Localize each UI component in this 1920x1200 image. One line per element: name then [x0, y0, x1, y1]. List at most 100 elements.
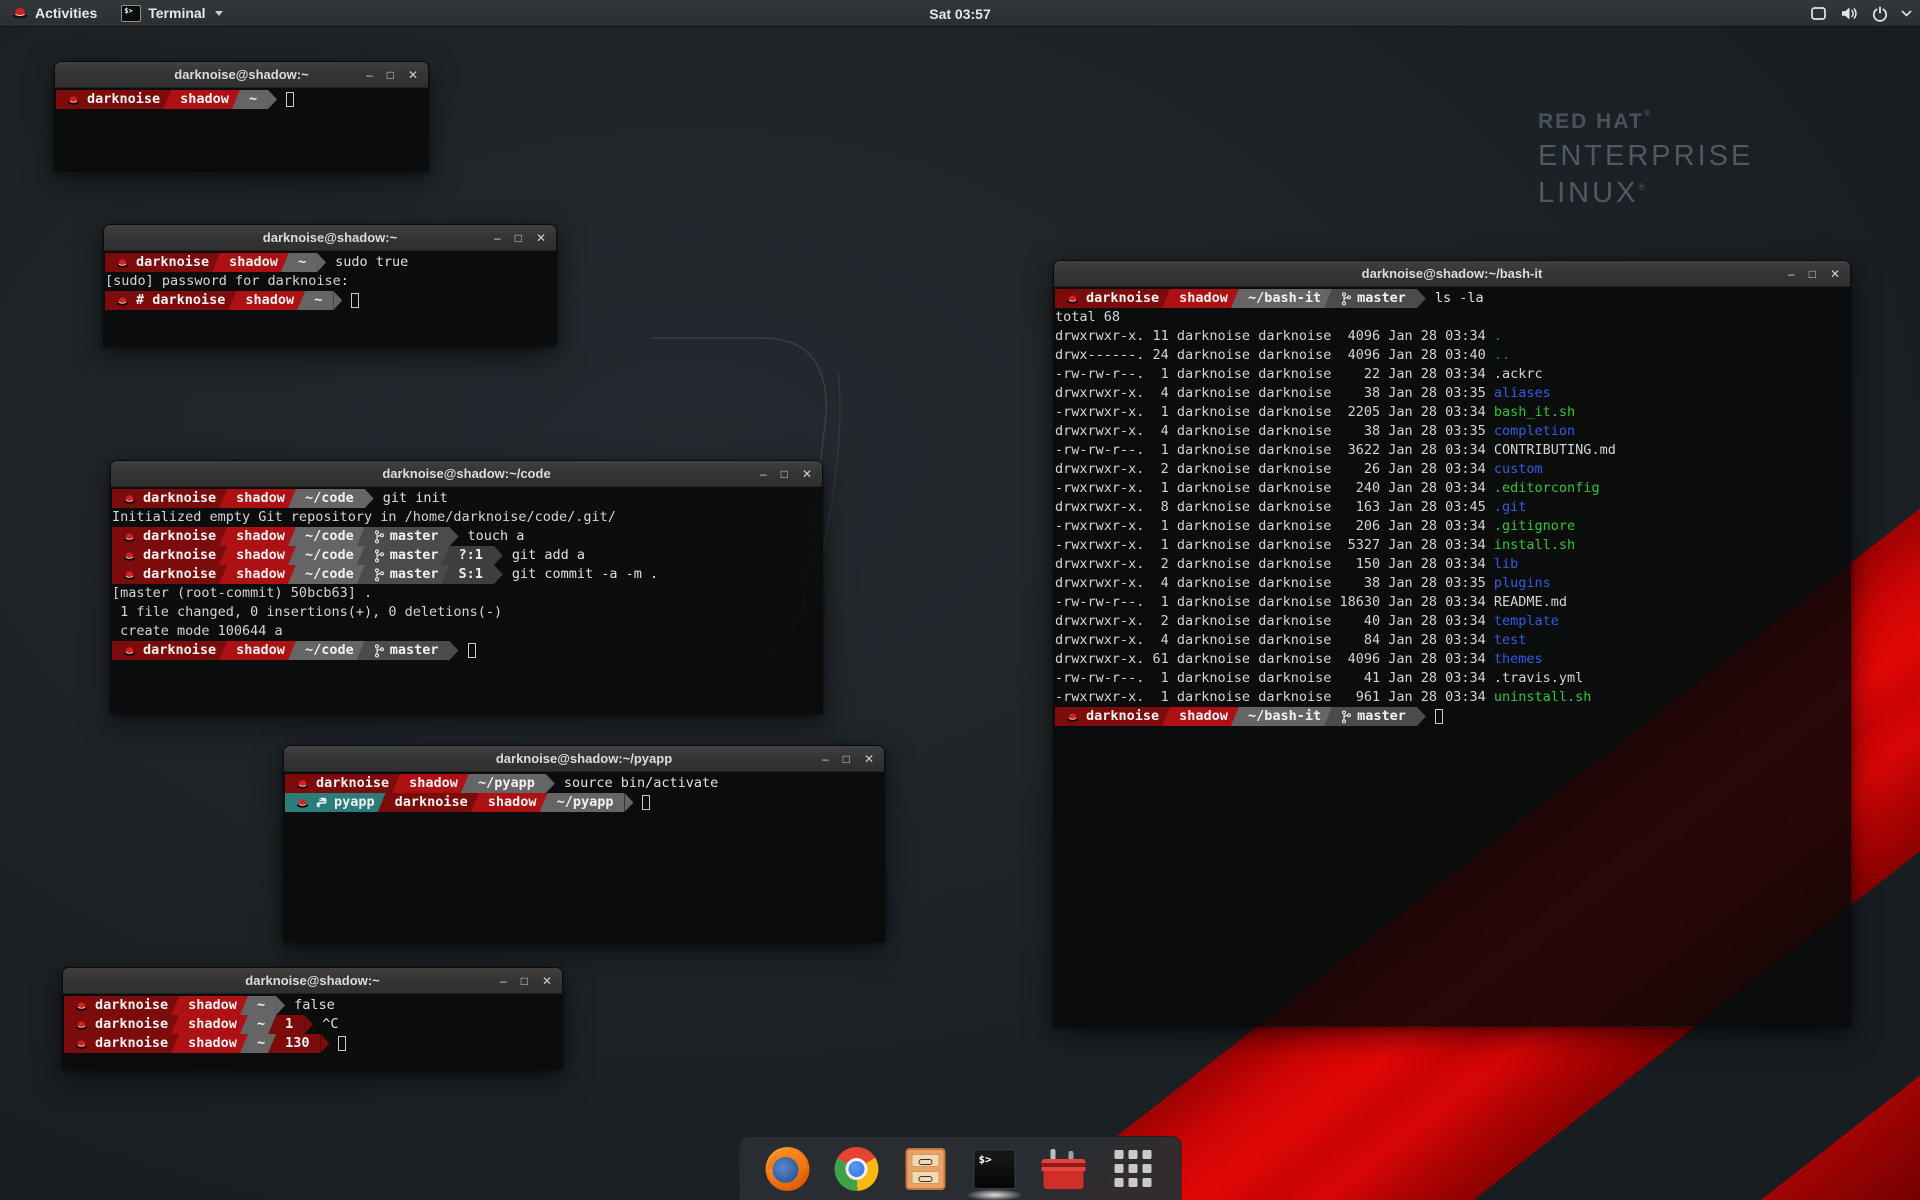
ls-row: drwxrwxr-x. 4 darknoise darknoise 84 Jan… — [1055, 631, 1850, 650]
minimize-button[interactable]: – — [494, 232, 501, 244]
segment-label: ~ — [257, 1015, 265, 1034]
terminal-content[interactable]: darknoiseshadow~ — [55, 88, 428, 170]
ls-filename: custom — [1494, 461, 1543, 477]
prompt-segment-host: shadow — [163, 90, 240, 109]
close-button[interactable]: ✕ — [408, 69, 418, 81]
segment-label: darknoise — [143, 527, 216, 546]
prompt-endcap — [450, 527, 459, 546]
ls-meta: drwxrwxr-x. 2 darknoise darknoise 26 Jan… — [1055, 461, 1494, 477]
segment-label: master — [390, 641, 439, 660]
segment-label: ~ — [257, 996, 265, 1015]
window-controls: – □ ✕ — [822, 746, 874, 772]
ls-row: drwx------. 24 darknoise darknoise 4096 … — [1055, 346, 1850, 365]
power-icon[interactable] — [1872, 6, 1888, 22]
maximize-button[interactable]: □ — [521, 975, 528, 987]
chevron-down-icon[interactable] — [1901, 10, 1912, 17]
ls-meta: -rwxrwxr-x. 1 darknoise darknoise 961 Ja… — [1055, 689, 1494, 705]
prompt-segment-user: darknoise — [112, 565, 227, 584]
close-button[interactable]: ✕ — [536, 232, 546, 244]
ls-meta: -rw-rw-r--. 1 darknoise darknoise 18630 … — [1055, 594, 1494, 610]
dock-app-grid-button[interactable] — [1111, 1147, 1155, 1191]
prompt-segment-user: darknoise — [285, 774, 400, 793]
terminal-content[interactable]: darknoiseshadow~/bash-itmasterls -latota… — [1054, 287, 1850, 1025]
command-text: ls -la — [1435, 289, 1484, 308]
prompt-segment-user: # darknoise — [105, 291, 236, 310]
prompt-line: darknoiseshadow~/bash-itmasterls -la — [1055, 289, 1850, 308]
terminal-content[interactable]: darknoiseshadow~/codegit initInitialized… — [111, 487, 822, 713]
ls-meta: drwxrwxr-x. 11 darknoise darknoise 4096 … — [1055, 328, 1494, 344]
prompt-endcap — [268, 90, 277, 109]
segment-label: shadow — [245, 291, 294, 310]
minimize-button[interactable]: – — [760, 468, 767, 480]
maximize-button[interactable]: □ — [1809, 268, 1816, 280]
segment-label: shadow — [236, 565, 285, 584]
dock-toolbox-button[interactable] — [1042, 1147, 1086, 1191]
output-line: Initialized empty Git repository in /hom… — [112, 508, 822, 527]
ls-meta: drwxrwxr-x. 4 darknoise darknoise 84 Jan… — [1055, 632, 1494, 648]
minimize-button[interactable]: – — [1788, 268, 1795, 280]
close-button[interactable]: ✕ — [1830, 268, 1840, 280]
redhat-icon — [75, 1000, 88, 1011]
prompt-segment-git: master — [1324, 289, 1417, 308]
window-titlebar[interactable]: darknoise@shadow:~–□✕ — [104, 225, 556, 251]
dock-firefox-button[interactable] — [766, 1147, 810, 1191]
dock-files-button[interactable] — [904, 1147, 948, 1191]
close-button[interactable]: ✕ — [802, 468, 812, 480]
redhat-icon — [67, 94, 80, 105]
window-titlebar[interactable]: darknoise@shadow:~–□✕ — [55, 62, 428, 88]
redhat-icon — [75, 1038, 88, 1049]
terminal-window-pyapp: darknoise@shadow:~/pyapp–□✕darknoiseshad… — [283, 745, 885, 942]
prompt-line: darknoiseshadow~/bash-itmaster — [1055, 707, 1850, 726]
app-menu-label: Terminal — [148, 5, 205, 21]
terminal-content[interactable]: darknoiseshadow~/pyappsource bin/activat… — [284, 772, 884, 941]
app-menu-terminal[interactable]: $> Terminal — [109, 0, 234, 26]
prompt-line: darknoiseshadow~/codemasterS:1git commit… — [112, 565, 822, 584]
clock[interactable]: Sat 03:57 — [919, 0, 1000, 27]
close-button[interactable]: ✕ — [864, 753, 874, 765]
ls-row: drwxrwxr-x. 4 darknoise darknoise 38 Jan… — [1055, 384, 1850, 403]
segment-label: ~/code — [305, 565, 354, 584]
maximize-button[interactable]: □ — [843, 753, 850, 765]
terminal-content[interactable]: darknoiseshadow~sudo true[sudo] password… — [104, 251, 556, 345]
window-titlebar[interactable]: darknoise@shadow:~/bash-it–□✕ — [1054, 261, 1850, 287]
redhat-icon — [1066, 293, 1079, 304]
terminal-content[interactable]: darknoiseshadow~falsedarknoiseshadow~1^C… — [63, 994, 562, 1068]
prompt-line: pyappdarknoiseshadow~/pyapp — [285, 793, 884, 812]
ls-meta: -rwxrwxr-x. 1 darknoise darknoise 2205 J… — [1055, 404, 1494, 420]
display-icon[interactable] — [1810, 6, 1827, 21]
maximize-button[interactable]: □ — [781, 468, 788, 480]
minimize-button[interactable]: – — [366, 69, 373, 81]
ls-meta: drwxrwxr-x. 2 darknoise darknoise 40 Jan… — [1055, 613, 1494, 629]
volume-icon[interactable] — [1840, 6, 1859, 21]
dock-chrome-button[interactable] — [835, 1147, 879, 1191]
maximize-button[interactable]: □ — [515, 232, 522, 244]
segment-label: ~ — [249, 90, 257, 109]
dock-terminal-button[interactable]: $> — [973, 1147, 1017, 1191]
minimize-button[interactable]: – — [822, 753, 829, 765]
activities-button[interactable]: Activities — [0, 0, 109, 26]
ls-filename: . — [1494, 328, 1502, 344]
ls-row: drwxrwxr-x. 2 darknoise darknoise 26 Jan… — [1055, 460, 1850, 479]
segment-label: # darknoise — [136, 291, 225, 310]
window-titlebar[interactable]: darknoise@shadow:~–□✕ — [63, 968, 562, 994]
prompt-line: darknoiseshadow~/codemaster?:1git add a — [112, 546, 822, 565]
system-status-area[interactable] — [1810, 0, 1912, 27]
prompt-segment-git: master — [357, 565, 450, 584]
prompt-endcap — [450, 641, 459, 660]
close-button[interactable]: ✕ — [542, 975, 552, 987]
ls-row: drwxrwxr-x. 8 darknoise darknoise 163 Ja… — [1055, 498, 1850, 517]
maximize-button[interactable]: □ — [387, 69, 394, 81]
ls-row: drwxrwxr-x. 2 darknoise darknoise 40 Jan… — [1055, 612, 1850, 631]
segment-label: darknoise — [1086, 707, 1159, 726]
branch-icon — [1341, 292, 1351, 306]
prompt-segment-path: ~/code — [288, 527, 365, 546]
redhat-logo-icon — [12, 5, 28, 22]
command-text: false — [294, 996, 335, 1015]
ls-meta: drwxrwxr-x. 4 darknoise darknoise 38 Jan… — [1055, 423, 1494, 439]
prompt-segment-path: ~/code — [288, 641, 365, 660]
window-titlebar[interactable]: darknoise@shadow:~/code–□✕ — [111, 461, 822, 487]
segment-label: master — [1357, 289, 1406, 308]
window-titlebar[interactable]: darknoise@shadow:~/pyapp–□✕ — [284, 746, 884, 772]
ls-meta: -rw-rw-r--. 1 darknoise darknoise 22 Jan… — [1055, 366, 1494, 382]
minimize-button[interactable]: – — [500, 975, 507, 987]
